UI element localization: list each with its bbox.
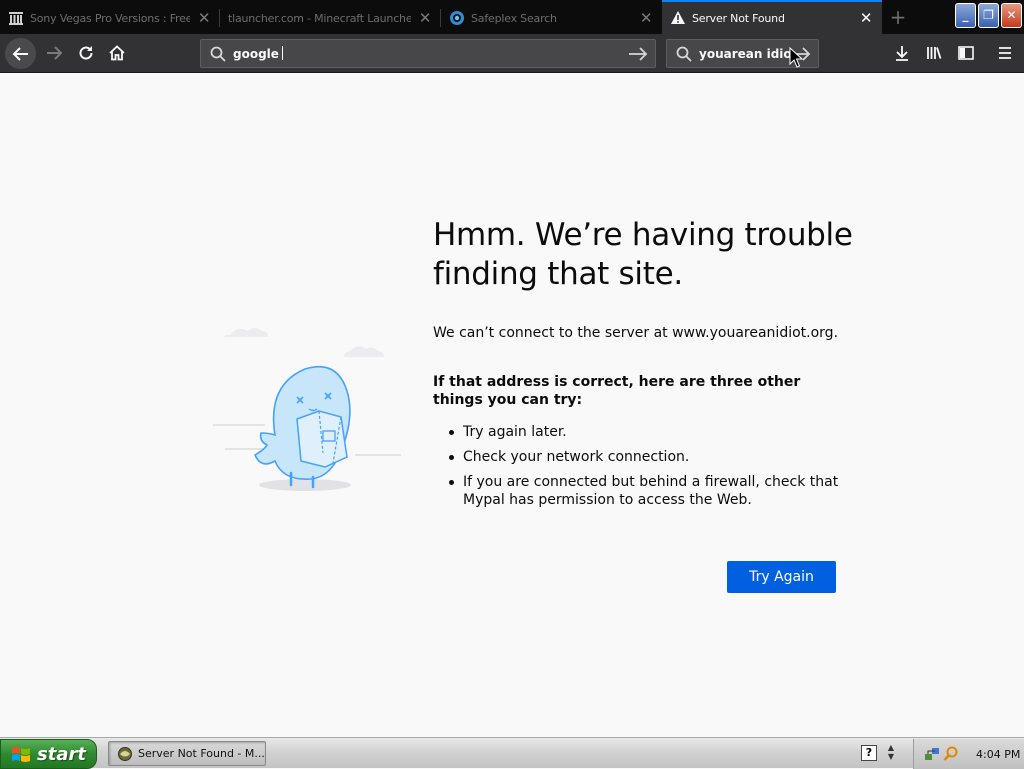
hamburger-menu-icon	[999, 47, 1011, 59]
home-icon	[109, 45, 125, 61]
warning-icon	[670, 10, 686, 26]
taskbar-window-label: Server Not Found - M...	[138, 747, 265, 760]
error-description: We can’t connect to the server at www.yo…	[433, 325, 839, 341]
back-button[interactable]	[5, 38, 36, 69]
tray-scroll-icon[interactable]: ▲ ▼	[885, 743, 897, 763]
restore-button[interactable]: ❐	[978, 3, 999, 28]
reload-button[interactable]	[71, 38, 101, 68]
mouse-cursor-icon	[789, 47, 803, 68]
safeplex-icon	[449, 10, 465, 26]
system-tray: 4:04 PM	[913, 739, 1024, 769]
tip-item: If you are connected but behind a firewa…	[449, 473, 839, 509]
tab-title: tlauncher.com - Minecraft Launcher fo	[228, 11, 411, 25]
taskbar-window-button[interactable]: Server Not Found - M...	[108, 741, 266, 766]
clock: 4:04 PM	[976, 747, 1021, 761]
close-tab-icon[interactable]: ✕	[417, 10, 433, 26]
menu-button[interactable]	[990, 38, 1020, 68]
downloads-button[interactable]	[887, 38, 917, 68]
library-icon	[927, 47, 942, 59]
close-tab-icon[interactable]: ✕	[196, 10, 212, 26]
page-content: Hmm. We’re having trouble finding that s…	[0, 73, 1024, 737]
network-icon[interactable]	[924, 746, 940, 762]
tab-title: Server Not Found	[692, 11, 785, 25]
sidebar-button[interactable]	[951, 38, 981, 68]
tip-item: Try again later.	[449, 423, 839, 441]
home-button[interactable]	[102, 38, 132, 68]
start-button[interactable]: start	[0, 739, 97, 769]
tab-server-not-found[interactable]: Server Not Found ✕	[662, 0, 882, 34]
tab-title: Safeplex Search	[471, 11, 557, 25]
close-window-button[interactable]: ✕	[1001, 3, 1022, 28]
close-tab-icon[interactable]: ✕	[858, 10, 874, 26]
library-button[interactable]	[919, 38, 949, 68]
tab-sony-vegas[interactable]: Sony Vegas Pro Versions : Free ✕	[0, 2, 220, 34]
search-input[interactable]: youarean idiot	[699, 47, 790, 61]
go-arrow-icon[interactable]	[627, 45, 649, 63]
back-arrow-icon	[12, 46, 28, 61]
tips-list: Try again later. Check your network conn…	[449, 423, 839, 516]
tip-item: Check your network connection.	[449, 448, 839, 466]
reload-icon	[79, 46, 93, 60]
tab-tlauncher[interactable]: tlauncher.com - Minecraft Launcher fo ✕	[220, 2, 441, 34]
tab-safeplex[interactable]: Safeplex Search ✕	[441, 2, 662, 34]
sidebar-icon	[958, 46, 974, 60]
windows-logo-icon	[12, 747, 30, 762]
url-input[interactable]: google	[233, 46, 627, 61]
tab-strip: Sony Vegas Pro Versions : Free ✕ tlaunch…	[0, 0, 1024, 34]
url-bar[interactable]: google	[200, 39, 656, 68]
forward-button[interactable]	[39, 38, 69, 68]
download-icon	[896, 46, 908, 61]
new-tab-button[interactable]: +	[885, 6, 911, 28]
nav-toolbar: google youarean idiot	[0, 34, 1024, 73]
close-tab-icon[interactable]: ✕	[638, 10, 654, 26]
archive-icon	[8, 10, 24, 26]
search-icon	[676, 46, 692, 62]
browser-app-icon	[118, 746, 132, 761]
minimize-button[interactable]: _	[955, 3, 976, 28]
try-again-button[interactable]: Try Again	[727, 561, 836, 593]
search-tray-icon[interactable]	[943, 746, 959, 762]
page-title: Hmm. We’re having trouble finding that s…	[433, 217, 853, 292]
tab-title: Sony Vegas Pro Versions : Free	[30, 11, 190, 25]
taskbar: start Server Not Found - M... ? ▲ ▼ 4:04 …	[0, 737, 1024, 769]
help-icon[interactable]: ?	[861, 745, 877, 761]
forward-arrow-icon	[47, 46, 63, 60]
search-icon	[210, 46, 226, 62]
start-label: start	[37, 743, 86, 765]
error-illustration	[213, 328, 401, 491]
tips-heading: If that address is correct, here are thr…	[433, 374, 801, 408]
